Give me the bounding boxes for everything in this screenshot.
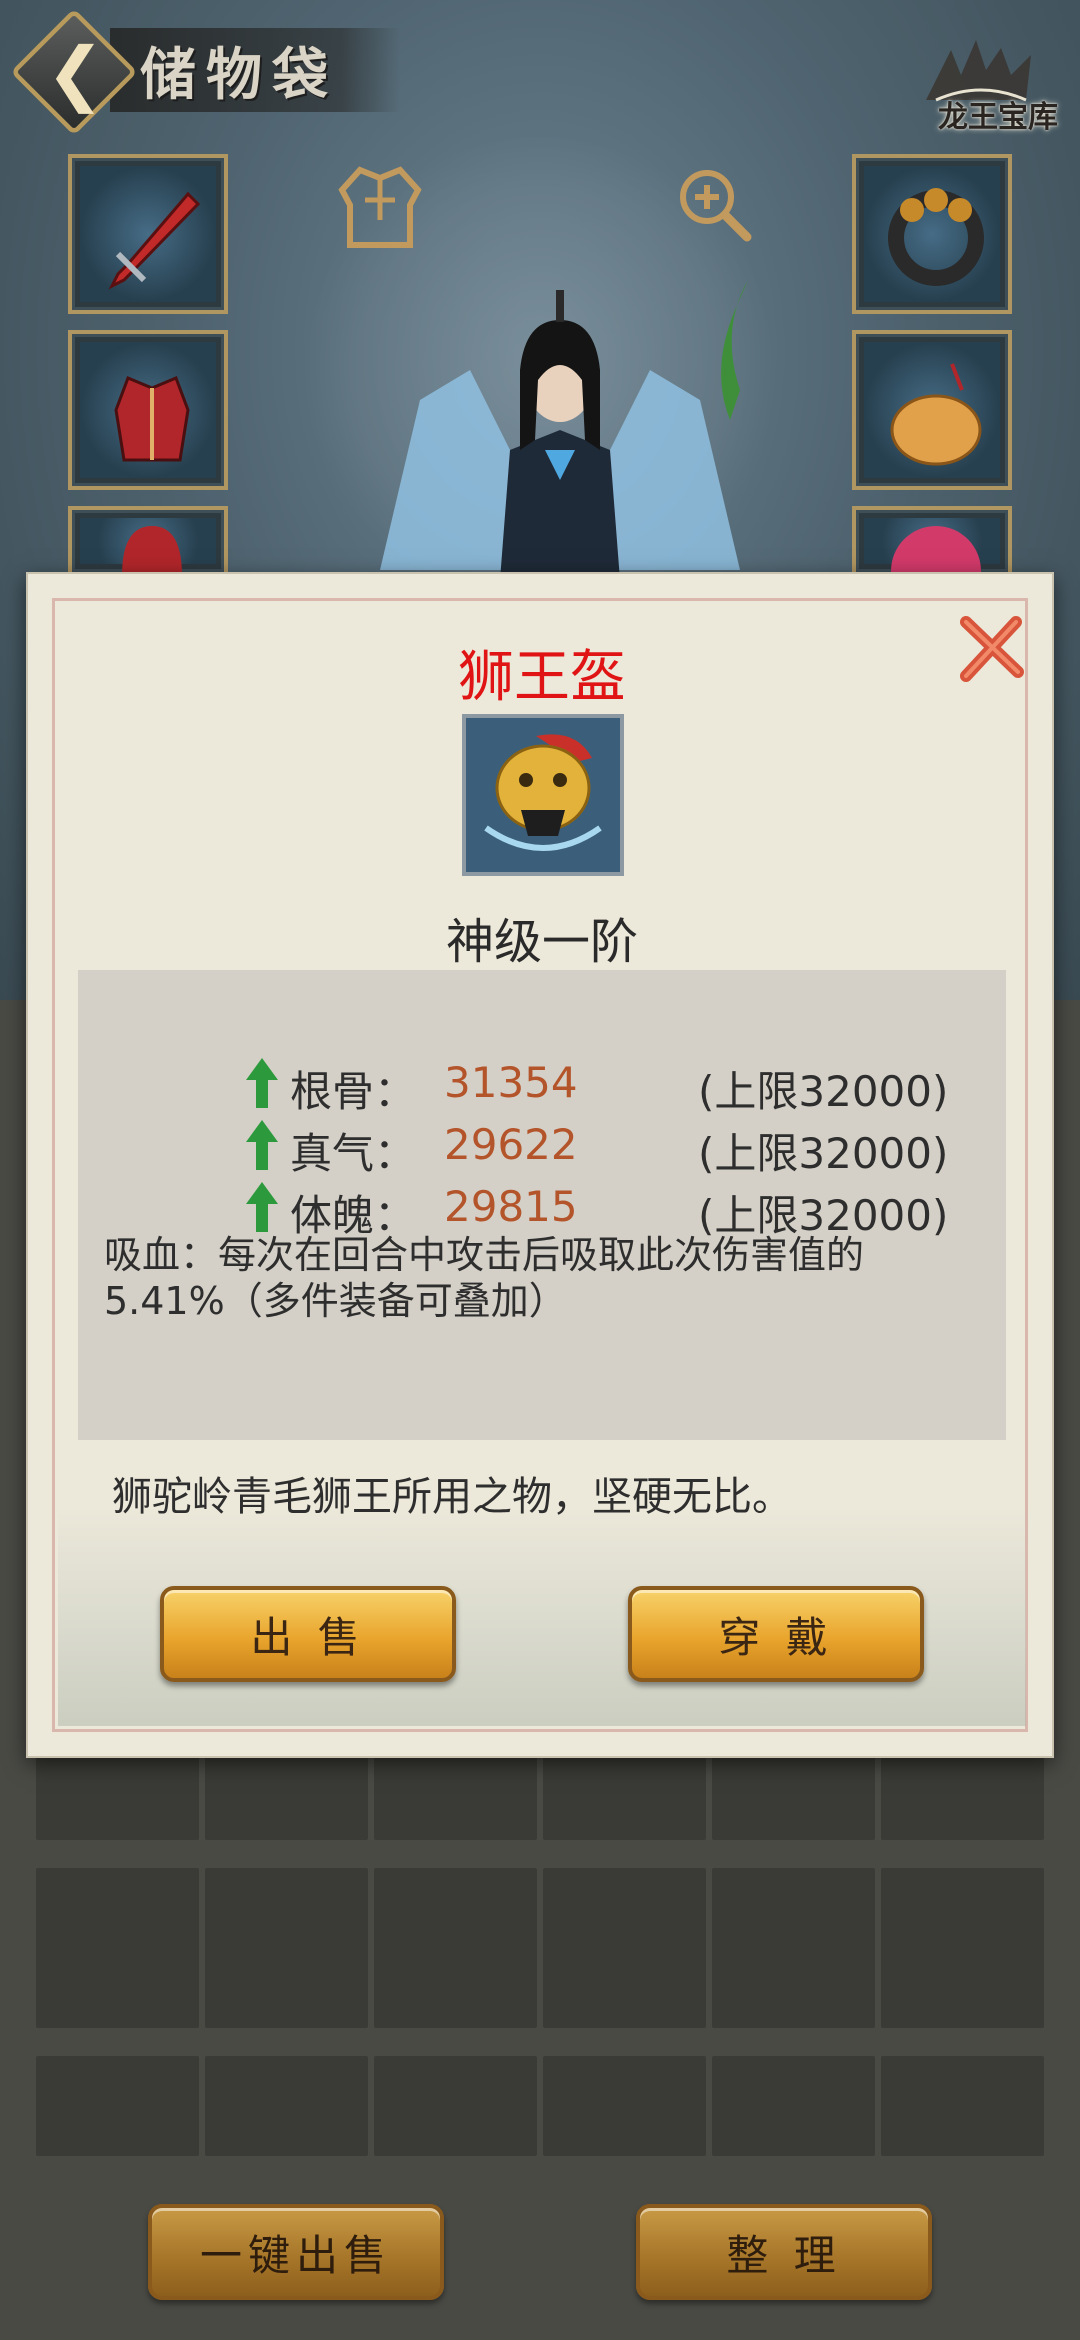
lion-helmet-icon [466, 718, 620, 872]
slot-armor[interactable] [68, 330, 228, 490]
slot-orb[interactable] [852, 506, 1012, 572]
bag-slot[interactable] [374, 1868, 537, 2028]
arrow-up-icon [246, 1120, 278, 1170]
bag-slot[interactable] [881, 2056, 1044, 2156]
stat-value: 29815 [444, 1182, 578, 1231]
bag-slot[interactable] [712, 1868, 875, 2028]
special-effect-text: 吸血：每次在回合中攻击后吸取此次伤害值的5.41%（多件装备可叠加） [104, 1233, 865, 1323]
slot-weapon[interactable] [68, 154, 228, 314]
slot-ring[interactable] [852, 154, 1012, 314]
stat-value: 31354 [444, 1058, 578, 1107]
ring-icon [888, 188, 984, 286]
item-detail-dialog: 狮王盔 神级一阶 根骨： 31354 (上限32000) 真气： 29622 (… [26, 572, 1054, 1758]
stat-row: 真气： 29622 (上限32000) [78, 1116, 1006, 1178]
helmet-icon [122, 526, 182, 572]
stat-label: 真气： [290, 1129, 417, 1178]
amulet-icon [890, 363, 982, 466]
stat-value: 29622 [444, 1120, 578, 1169]
bag-slot[interactable] [881, 1868, 1044, 2028]
armor-icon [114, 376, 190, 462]
bag-slot[interactable] [205, 1868, 368, 2028]
item-icon-frame [462, 714, 624, 876]
slot-helmet[interactable] [68, 506, 228, 572]
bag-grid [36, 1740, 1044, 2170]
sword-icon [108, 191, 201, 290]
stat-row: 体魄： 29815 (上限32000) [78, 1178, 1006, 1240]
sell-button[interactable]: 出 售 [160, 1586, 456, 1682]
armor-outline-icon[interactable] [330, 160, 430, 250]
equip-button[interactable]: 穿 戴 [628, 1586, 924, 1682]
bag-slot[interactable] [374, 2056, 537, 2156]
arrow-up-icon [246, 1058, 278, 1108]
sell-all-button[interactable]: 一键出售 [148, 2204, 444, 2300]
stat-row: 根骨： 31354 (上限32000) [78, 1054, 1006, 1116]
bag-slot[interactable] [205, 2056, 368, 2156]
orb-icon [891, 526, 981, 572]
stat-cap: (上限32000) [698, 1129, 949, 1178]
item-grade: 神级一阶 [445, 914, 638, 970]
stats-panel: 根骨： 31354 (上限32000) 真气： 29622 (上限32000) … [78, 970, 1006, 1440]
stat-cap: (上限32000) [698, 1067, 949, 1116]
bag-slot[interactable] [543, 1868, 706, 2028]
logo-text: 龙王宝库 [938, 100, 1058, 135]
item-description: 狮驼岭青毛狮王所用之物，坚硬无比。 [112, 1474, 792, 1520]
slot-amulet[interactable] [852, 330, 1012, 490]
bag-slot[interactable] [36, 2056, 199, 2156]
item-name: 狮王盔 [458, 645, 626, 710]
bag-slot[interactable] [36, 1868, 199, 2028]
arrow-up-icon [246, 1182, 278, 1232]
stat-label: 根骨： [290, 1067, 417, 1116]
zoom-in-icon[interactable] [675, 165, 755, 245]
chevron-left-icon[interactable]: ❮ [46, 38, 105, 108]
character-figure [380, 280, 748, 580]
sort-button[interactable]: 整 理 [636, 2204, 932, 2300]
page-title: 储物袋 [140, 42, 338, 108]
bag-slot[interactable] [712, 2056, 875, 2156]
bag-slot[interactable] [543, 2056, 706, 2156]
